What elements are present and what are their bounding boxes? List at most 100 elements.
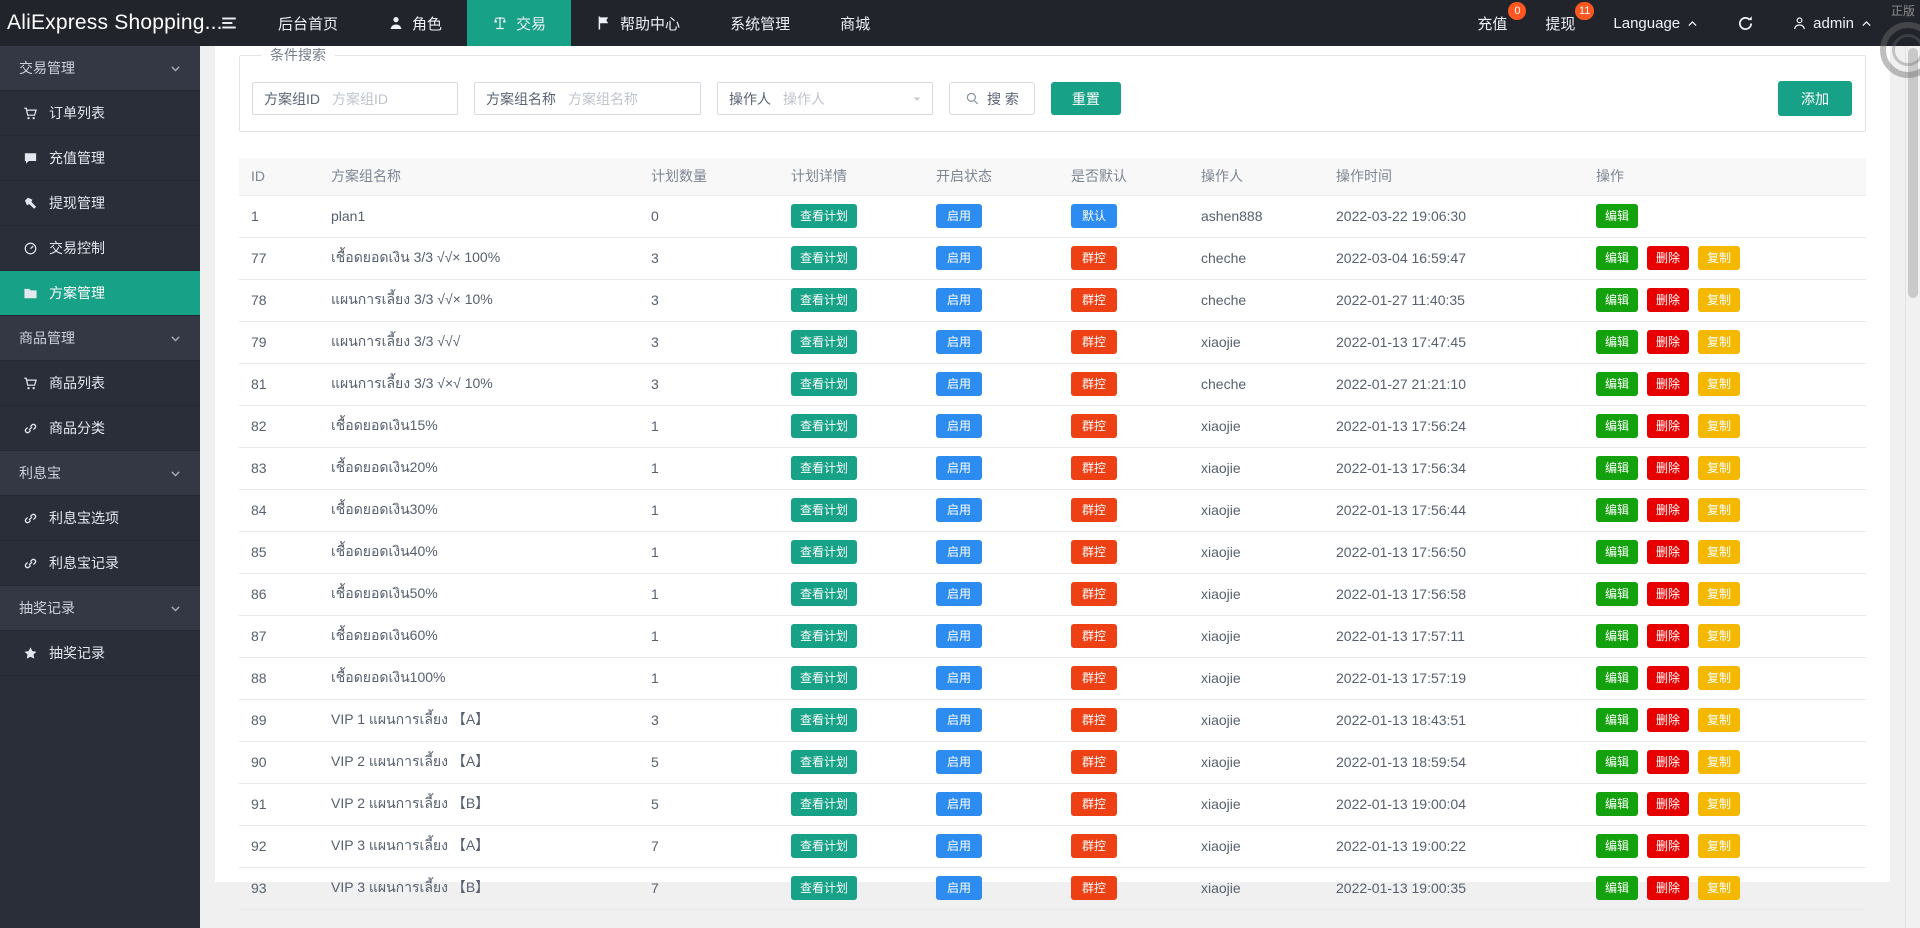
copy-button[interactable]: 复制 bbox=[1698, 582, 1740, 606]
view-plan-button[interactable]: 查看计划 bbox=[791, 246, 857, 270]
edit-button[interactable]: 编辑 bbox=[1596, 792, 1638, 816]
sidebar-group-lottery[interactable]: 抽奖记录 bbox=[0, 586, 200, 631]
nav-item-trade[interactable]: 交易 bbox=[467, 0, 571, 46]
group-control-badge[interactable]: 群控 bbox=[1071, 834, 1117, 858]
view-plan-button[interactable]: 查看计划 bbox=[791, 708, 857, 732]
enable-button[interactable]: 启用 bbox=[936, 498, 982, 522]
delete-button[interactable]: 删除 bbox=[1647, 414, 1689, 438]
sidebar-toggle-icon[interactable] bbox=[205, 0, 253, 46]
view-plan-button[interactable]: 查看计划 bbox=[791, 792, 857, 816]
sidebar-item-recharge-manage[interactable]: 充值管理 bbox=[0, 136, 200, 181]
sidebar-item-plan-manage[interactable]: 方案管理 bbox=[0, 271, 200, 316]
view-plan-button[interactable]: 查看计划 bbox=[791, 372, 857, 396]
enable-button[interactable]: 启用 bbox=[936, 624, 982, 648]
edit-button[interactable]: 编辑 bbox=[1596, 708, 1638, 732]
plan-id-input[interactable] bbox=[324, 84, 457, 113]
enable-button[interactable]: 启用 bbox=[936, 204, 982, 228]
view-plan-button[interactable]: 查看计划 bbox=[791, 834, 857, 858]
sidebar-item-trade-control[interactable]: 交易控制 bbox=[0, 226, 200, 271]
default-badge[interactable]: 默认 bbox=[1071, 204, 1117, 228]
sidebar-group-lixibao[interactable]: 利息宝 bbox=[0, 451, 200, 496]
sidebar-item-lixibao-options[interactable]: 利息宝选项 bbox=[0, 496, 200, 541]
edit-button[interactable]: 编辑 bbox=[1596, 666, 1638, 690]
copy-button[interactable]: 复制 bbox=[1698, 456, 1740, 480]
copy-button[interactable]: 复制 bbox=[1698, 330, 1740, 354]
group-control-badge[interactable]: 群控 bbox=[1071, 750, 1117, 774]
group-control-badge[interactable]: 群控 bbox=[1071, 876, 1117, 900]
copy-button[interactable]: 复制 bbox=[1698, 372, 1740, 396]
copy-button[interactable]: 复制 bbox=[1698, 876, 1740, 900]
language-dropdown[interactable]: Language bbox=[1594, 0, 1718, 46]
delete-button[interactable]: 删除 bbox=[1647, 624, 1689, 648]
enable-button[interactable]: 启用 bbox=[936, 372, 982, 396]
add-button[interactable]: 添加 bbox=[1778, 81, 1852, 116]
group-control-badge[interactable]: 群控 bbox=[1071, 666, 1117, 690]
delete-button[interactable]: 删除 bbox=[1647, 708, 1689, 732]
group-control-badge[interactable]: 群控 bbox=[1071, 540, 1117, 564]
group-control-badge[interactable]: 群控 bbox=[1071, 498, 1117, 522]
sidebar-group-goods-manage[interactable]: 商品管理 bbox=[0, 316, 200, 361]
copy-button[interactable]: 复制 bbox=[1698, 624, 1740, 648]
edit-button[interactable]: 编辑 bbox=[1596, 288, 1638, 312]
delete-button[interactable]: 删除 bbox=[1647, 288, 1689, 312]
edit-button[interactable]: 编辑 bbox=[1596, 750, 1638, 774]
copy-button[interactable]: 复制 bbox=[1698, 288, 1740, 312]
view-plan-button[interactable]: 查看计划 bbox=[791, 456, 857, 480]
group-control-badge[interactable]: 群控 bbox=[1071, 456, 1117, 480]
view-plan-button[interactable]: 查看计划 bbox=[791, 582, 857, 606]
admin-dropdown[interactable]: admin bbox=[1773, 0, 1892, 46]
enable-button[interactable]: 启用 bbox=[936, 876, 982, 900]
delete-button[interactable]: 删除 bbox=[1647, 792, 1689, 816]
edit-button[interactable]: 编辑 bbox=[1596, 582, 1638, 606]
view-plan-button[interactable]: 查看计划 bbox=[791, 288, 857, 312]
enable-button[interactable]: 启用 bbox=[936, 708, 982, 732]
edit-button[interactable]: 编辑 bbox=[1596, 498, 1638, 522]
view-plan-button[interactable]: 查看计划 bbox=[791, 540, 857, 564]
sidebar-item-lixibao-records[interactable]: 利息宝记录 bbox=[0, 541, 200, 586]
view-plan-button[interactable]: 查看计划 bbox=[791, 498, 857, 522]
nav-item-home[interactable]: 后台首页 bbox=[253, 0, 363, 46]
edit-button[interactable]: 编辑 bbox=[1596, 414, 1638, 438]
copy-button[interactable]: 复制 bbox=[1698, 540, 1740, 564]
view-plan-button[interactable]: 查看计划 bbox=[791, 414, 857, 438]
copy-button[interactable]: 复制 bbox=[1698, 834, 1740, 858]
enable-button[interactable]: 启用 bbox=[936, 834, 982, 858]
operator-select[interactable]: 操作人 操作人 bbox=[717, 82, 933, 115]
edit-button[interactable]: 编辑 bbox=[1596, 624, 1638, 648]
edit-button[interactable]: 编辑 bbox=[1596, 372, 1638, 396]
delete-button[interactable]: 删除 bbox=[1647, 876, 1689, 900]
delete-button[interactable]: 删除 bbox=[1647, 750, 1689, 774]
sidebar-item-lottery-records[interactable]: 抽奖记录 bbox=[0, 631, 200, 676]
edit-button[interactable]: 编辑 bbox=[1596, 834, 1638, 858]
edit-button[interactable]: 编辑 bbox=[1596, 540, 1638, 564]
copy-button[interactable]: 复制 bbox=[1698, 414, 1740, 438]
edit-button[interactable]: 编辑 bbox=[1596, 246, 1638, 270]
view-plan-button[interactable]: 查看计划 bbox=[791, 330, 857, 354]
page-scrollbar[interactable] bbox=[1905, 46, 1920, 928]
group-control-badge[interactable]: 群控 bbox=[1071, 414, 1117, 438]
nav-recharge[interactable]: 充值 0 bbox=[1458, 0, 1526, 46]
view-plan-button[interactable]: 查看计划 bbox=[791, 750, 857, 774]
edit-button[interactable]: 编辑 bbox=[1596, 456, 1638, 480]
group-control-badge[interactable]: 群控 bbox=[1071, 708, 1117, 732]
sidebar-group-trade-manage[interactable]: 交易管理 bbox=[0, 46, 200, 91]
copy-button[interactable]: 复制 bbox=[1698, 750, 1740, 774]
group-control-badge[interactable]: 群控 bbox=[1071, 624, 1117, 648]
copy-button[interactable]: 复制 bbox=[1698, 498, 1740, 522]
sidebar-item-goods-list[interactable]: 商品列表 bbox=[0, 361, 200, 406]
group-control-badge[interactable]: 群控 bbox=[1071, 372, 1117, 396]
enable-button[interactable]: 启用 bbox=[936, 750, 982, 774]
copy-button[interactable]: 复制 bbox=[1698, 708, 1740, 732]
view-plan-button[interactable]: 查看计划 bbox=[791, 204, 857, 228]
edit-button[interactable]: 编辑 bbox=[1596, 876, 1638, 900]
delete-button[interactable]: 删除 bbox=[1647, 330, 1689, 354]
delete-button[interactable]: 删除 bbox=[1647, 666, 1689, 690]
copy-button[interactable]: 复制 bbox=[1698, 792, 1740, 816]
delete-button[interactable]: 删除 bbox=[1647, 582, 1689, 606]
delete-button[interactable]: 删除 bbox=[1647, 246, 1689, 270]
enable-button[interactable]: 启用 bbox=[936, 288, 982, 312]
group-control-badge[interactable]: 群控 bbox=[1071, 582, 1117, 606]
nav-item-roles[interactable]: 角色 bbox=[363, 0, 467, 46]
copy-button[interactable]: 复制 bbox=[1698, 246, 1740, 270]
view-plan-button[interactable]: 查看计划 bbox=[791, 624, 857, 648]
